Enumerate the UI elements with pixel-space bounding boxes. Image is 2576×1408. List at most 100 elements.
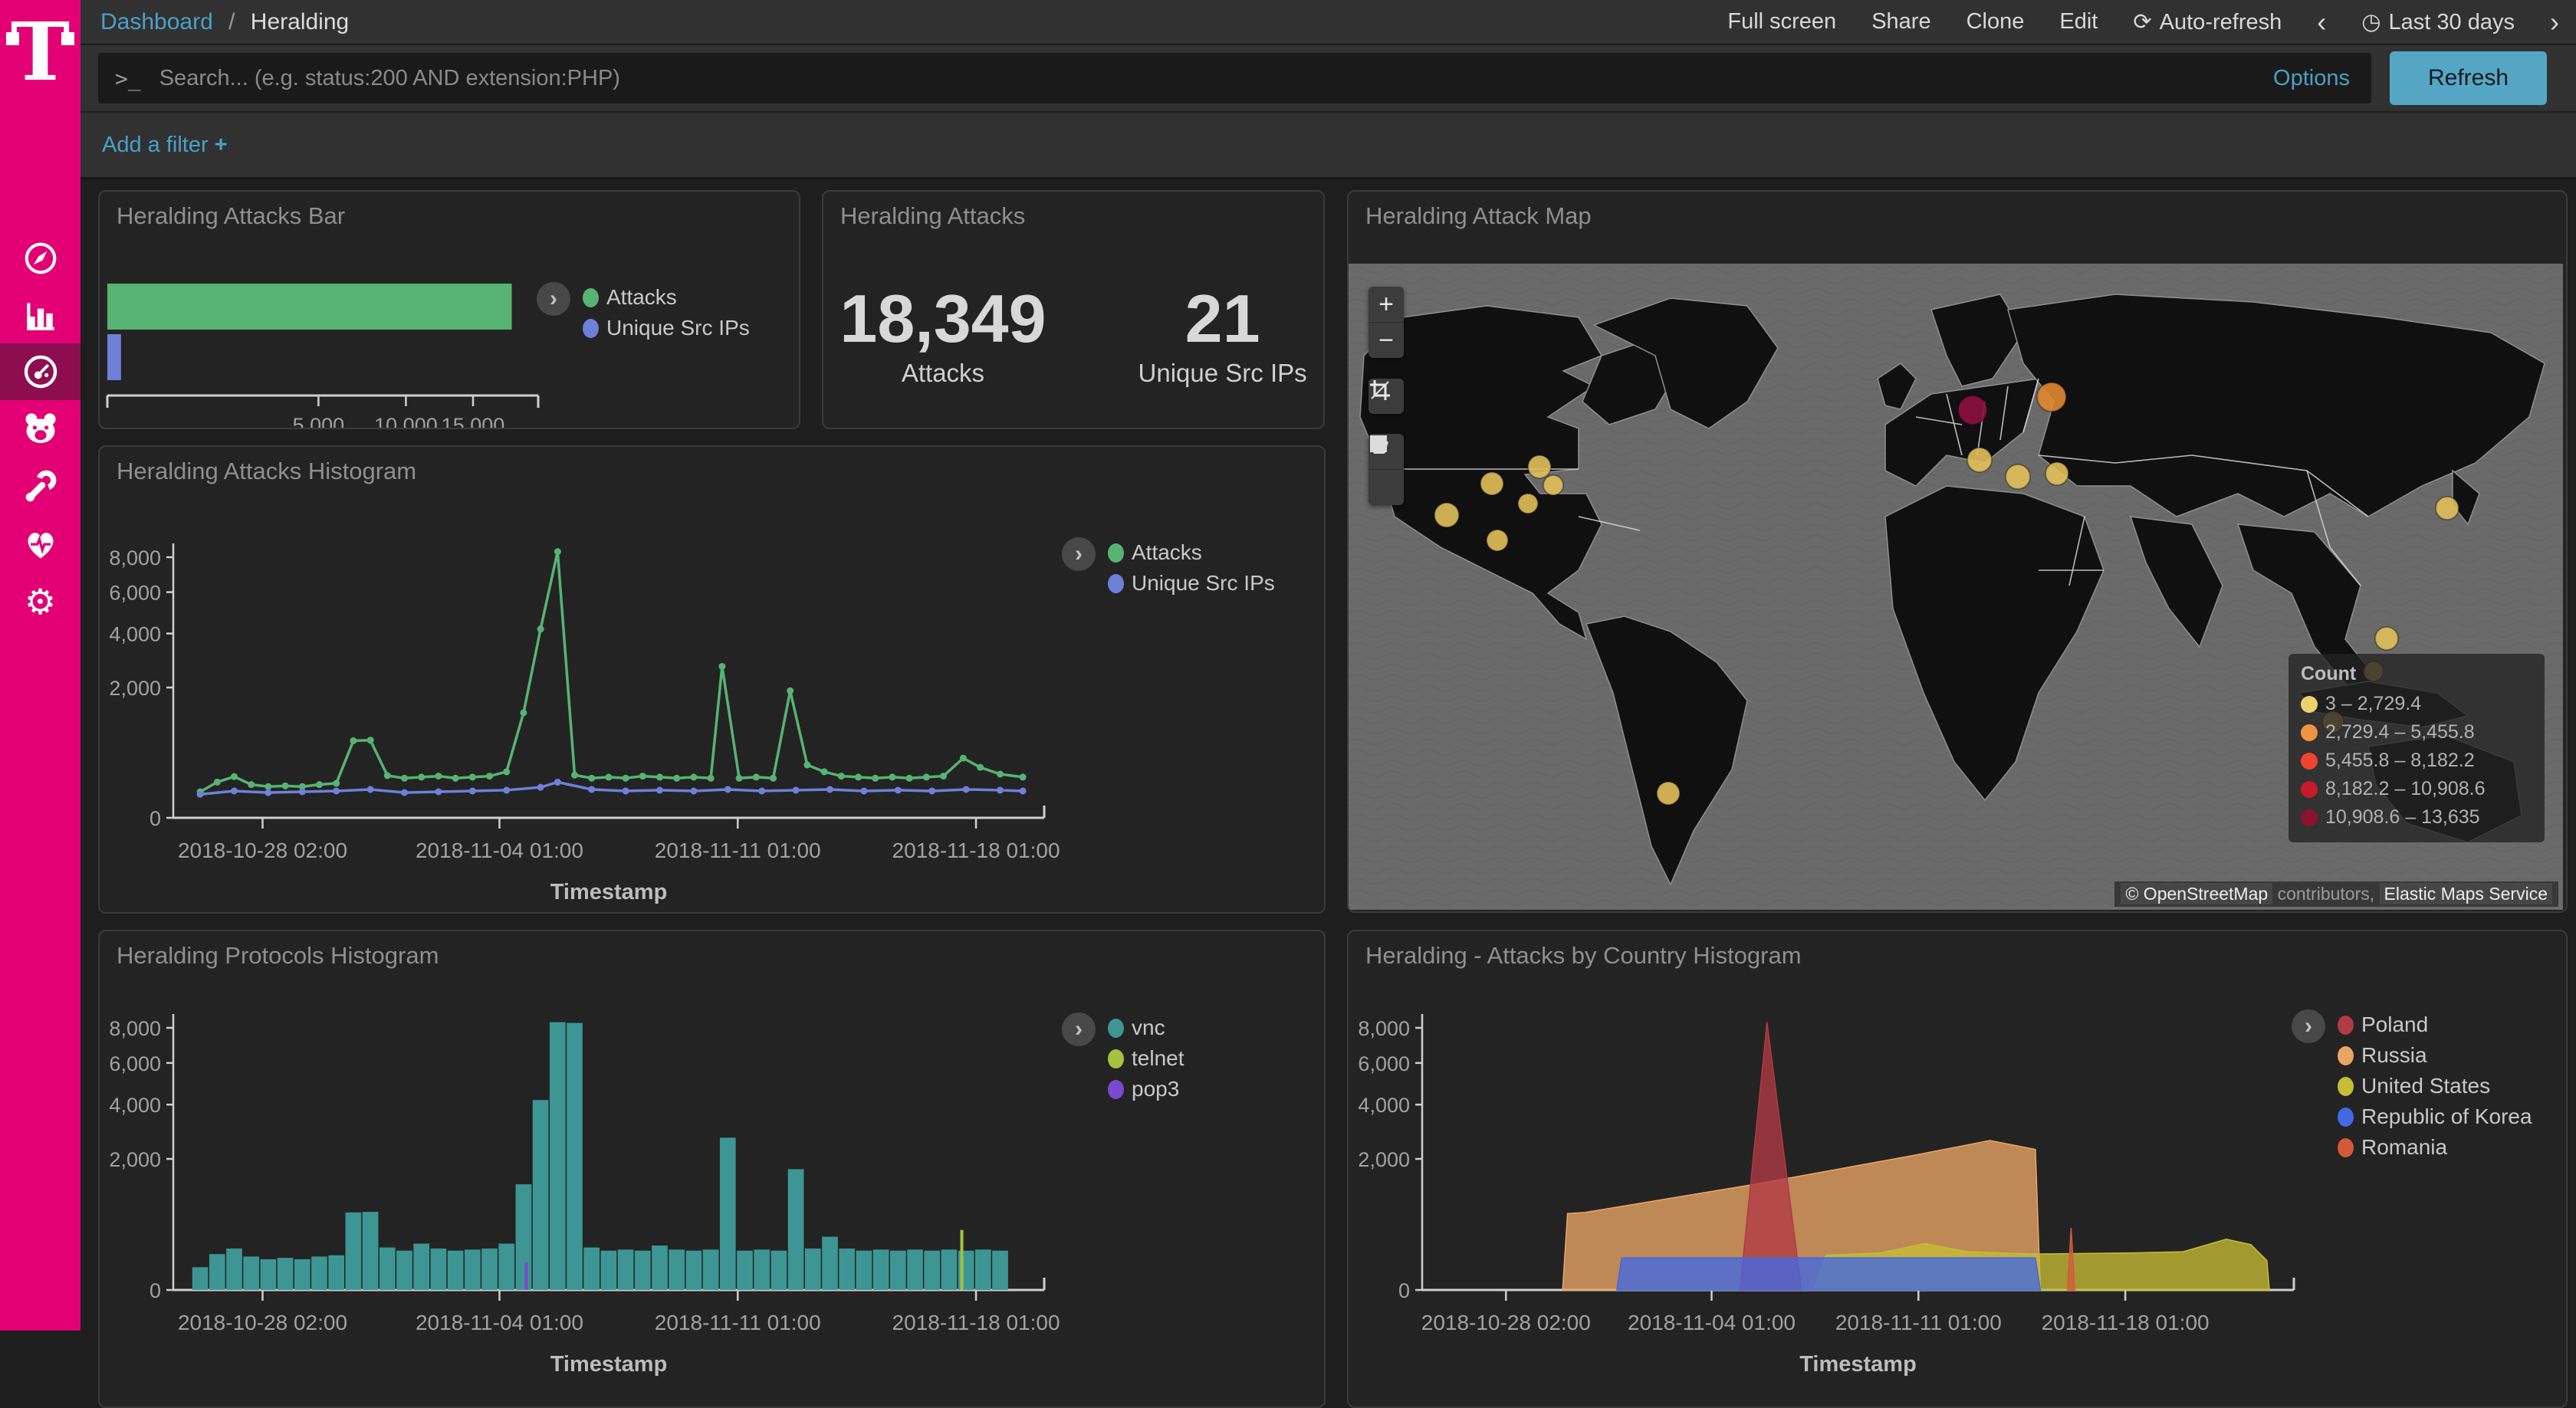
svg-text:2018-11-04 01:00: 2018-11-04 01:00 [416,1311,583,1334]
sidebar-item-discover[interactable] [0,230,80,287]
crop-bounds-icon[interactable] [1368,379,1404,414]
legend-label: Attacks [606,285,677,310]
legend-dot [2338,1108,2354,1127]
legend-expand-chevron[interactable]: › [537,282,570,316]
auto-refresh-button[interactable]: ⟳Auto-refresh [2133,8,2282,35]
legend-dot [2301,724,2318,741]
top-actions: Full screen Share Clone Edit ⟳Auto-refre… [1727,6,2559,38]
heartbeat-icon [21,524,60,563]
legend-expand-chevron[interactable]: › [2292,1009,2325,1043]
zoom-out-button[interactable]: − [1368,323,1404,358]
svg-text:2018-11-11 01:00: 2018-11-11 01:00 [1835,1311,2002,1334]
sidebar-item-management[interactable]: ⚙ [0,573,80,630]
refresh-cycle-icon: ⟳ [2133,8,2151,35]
svg-text:8,000: 8,000 [109,1017,161,1040]
edit-button[interactable]: Edit [2059,9,2098,34]
map-legend-rows: 3 – 2,729.42,729.4 – 5,455.85,455.8 – 8,… [2301,690,2532,832]
svg-text:2,000: 2,000 [109,677,161,700]
time-forward-arrow[interactable]: › [2550,6,2559,38]
svg-text:6,000: 6,000 [1358,1052,1410,1075]
svg-text:15,000: 15,000 [442,414,505,428]
svg-text:2018-11-11 01:00: 2018-11-11 01:00 [655,839,821,862]
legend-label: 8,182.2 – 10,908.6 [2325,778,2486,800]
legend-item[interactable]: 5,455.8 – 8,182.2 [2301,747,2532,775]
clock-icon: ◷ [2361,8,2380,35]
map-attribution: © OpenStreetMap contributors, Elastic Ma… [2114,881,2558,907]
legend-label: United States [2361,1074,2490,1098]
map-count-legend: Count 3 – 2,729.42,729.4 – 5,455.85,455.… [2288,654,2545,842]
panel-attacks-metric: Heralding Attacks 18,349 Attacks 21 Uniq… [822,190,1325,429]
svg-text:2018-11-18 01:00: 2018-11-18 01:00 [892,839,1060,862]
legend-item[interactable]: pop3 [1108,1074,1184,1104]
legend-label: telnet [1132,1046,1184,1071]
legend-item[interactable]: Russia [2338,1040,2532,1071]
breadcrumb-dashboard-link[interactable]: Dashboard [100,9,213,34]
full-screen-button[interactable]: Full screen [1727,9,1836,34]
legend-expand-chevron[interactable]: › [1062,1013,1096,1046]
legend-item[interactable]: Republic of Korea [2338,1101,2532,1132]
legend-dot [2301,781,2318,798]
svg-text:2,000: 2,000 [1358,1148,1410,1171]
country-area-chart[interactable]: 02,0004,0006,0008,0002018-10-28 02:00201… [1349,931,2368,1406]
legend-item[interactable]: Romania [2338,1132,2532,1163]
sidebar-item-tpot[interactable] [0,400,80,457]
legend-label: 10,908.6 – 13,635 [2325,806,2480,829]
legend-dot [583,288,599,307]
legend-label: vnc [1132,1016,1165,1040]
tmobile-logo-dot-right [61,32,74,45]
legend-label: Poland [2361,1013,2428,1037]
legend-item[interactable]: Attacks [583,282,750,313]
svg-text:0: 0 [1398,1279,1410,1302]
legend-item[interactable]: 3 – 2,729.4 [2301,690,2532,718]
legend-item[interactable]: 10,908.6 – 13,635 [2301,803,2532,832]
legend-item[interactable]: telnet [1108,1043,1184,1074]
legend-item[interactable]: Unique Src IPs [1108,568,1275,599]
svg-text:Timestamp: Timestamp [550,1352,668,1377]
legend-label: Russia [2361,1043,2427,1068]
sidebar-item-dashboard[interactable] [0,343,80,400]
rectangle-tool-icon[interactable] [1368,470,1404,505]
refresh-button[interactable]: Refresh [2390,51,2547,105]
options-link[interactable]: Options [2273,66,2350,91]
panel-title: Heralding Protocols Histogram [117,942,439,970]
svg-text:6,000: 6,000 [109,582,161,605]
share-button[interactable]: Share [1871,9,1930,34]
legend-item[interactable]: United States [2338,1071,2532,1101]
legend-dot [2338,1138,2354,1157]
osm-link[interactable]: © OpenStreetMap [2121,883,2272,904]
svg-text:2018-10-28 02:00: 2018-10-28 02:00 [178,839,347,862]
clone-button[interactable]: Clone [1967,9,2025,34]
svg-text:2018-11-04 01:00: 2018-11-04 01:00 [1628,1311,1796,1334]
sidebar-item-devtools[interactable] [0,458,80,515]
search-input[interactable] [158,65,2273,92]
attacks-line-chart[interactable]: 02,0004,0006,0008,0002018-10-28 02:00201… [100,447,1142,912]
svg-text:2018-11-04 01:00: 2018-11-04 01:00 [416,839,583,862]
legend-item[interactable]: Attacks [1108,537,1275,568]
add-filter-button[interactable]: Add a filter+ [102,133,228,158]
svg-text:Timestamp: Timestamp [550,880,668,904]
svg-text:2018-10-28 02:00: 2018-10-28 02:00 [1421,1311,1591,1334]
legend-item[interactable]: Poland [2338,1009,2532,1040]
time-range-picker[interactable]: ◷Last 30 days [2361,8,2515,35]
legend-expand-chevron[interactable]: › [1062,537,1096,571]
metric-value: 21 [1138,284,1307,354]
zoom-in-button[interactable]: + [1368,287,1404,323]
metric-value: 18,349 [840,284,1046,354]
metric-attacks: 18,349 Attacks [840,284,1046,388]
time-back-arrow[interactable]: ‹ [2317,6,2326,38]
legend-title: Count [2301,663,2532,685]
protocols-bar-chart[interactable]: 02,0004,0006,0008,0002018-10-28 02:00201… [100,931,1142,1406]
legend-item[interactable]: 8,182.2 – 10,908.6 [2301,775,2532,803]
tmobile-logo[interactable]: T [0,12,80,104]
legend-item[interactable]: 2,729.4 – 5,455.8 [2301,718,2532,747]
panel-title: Heralding Attack Map [1365,202,1592,230]
svg-text:4,000: 4,000 [109,623,161,646]
ems-link[interactable]: Elastic Maps Service [2380,883,2552,904]
legend-item[interactable]: vnc [1108,1013,1184,1043]
protocols-legend: vnc telnet pop3 [1108,1013,1184,1104]
sidebar-item-visualize[interactable] [0,287,80,343]
sidebar-item-monitoring[interactable] [0,515,80,572]
legend-item[interactable]: Unique Src IPs [583,313,750,343]
svg-text:4,000: 4,000 [1358,1094,1410,1117]
world-map[interactable]: + − Count 3 – 2,729.42,729.4 – 5,455.85,… [1349,264,2563,910]
